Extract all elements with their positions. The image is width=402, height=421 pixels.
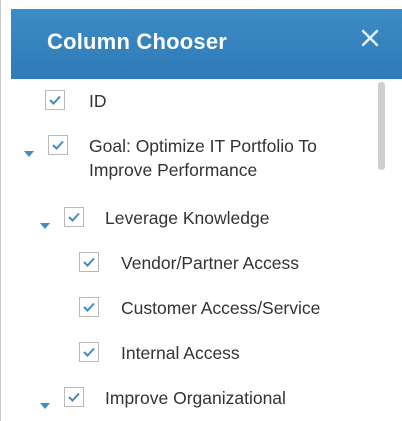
tree-item-label: Leverage Knowledge — [105, 208, 270, 228]
tree-item-label: Improve Organizational — [105, 388, 286, 408]
close-button[interactable] — [355, 23, 385, 53]
vertical-scrollbar[interactable] — [378, 82, 385, 170]
checkbox-vendor-partner-access[interactable] — [79, 252, 99, 272]
tree-item-label: Customer Access/Service — [121, 298, 321, 318]
checkmark-icon — [83, 257, 95, 267]
tree-item-leverage-knowledge[interactable]: Leverage Knowledge — [11, 206, 381, 236]
tree-item-customer-access-service[interactable]: Customer Access/Service — [11, 296, 381, 326]
tree-item-label: ID — [89, 91, 107, 111]
tree-item-improve-organizational[interactable]: Improve Organizational — [11, 386, 381, 416]
tree-item-goal[interactable]: Goal: Optimize IT Portfolio To Improve P… — [11, 134, 381, 186]
checkmark-icon — [68, 392, 80, 402]
dialog-header: Column Chooser — [11, 9, 402, 79]
checkbox-leverage-knowledge[interactable] — [64, 207, 84, 227]
tree-item-label: Goal: Optimize IT Portfolio To Improve P… — [89, 136, 317, 180]
tree-item-id[interactable]: ID — [11, 89, 381, 119]
checkbox-id[interactable] — [45, 90, 65, 110]
caret-down-icon[interactable] — [39, 217, 51, 229]
checkmark-icon — [83, 302, 95, 312]
checkmark-icon — [83, 347, 95, 357]
checkmark-icon — [52, 140, 64, 150]
caret-down-icon[interactable] — [23, 145, 35, 157]
caret-down-icon[interactable] — [39, 397, 51, 409]
tree-item-label: Vendor/Partner Access — [121, 253, 300, 273]
checkbox-improve-organizational[interactable] — [64, 387, 84, 407]
column-chooser-dialog: Column Chooser ID Goal: Optimize IT Port… — [0, 0, 402, 421]
checkmark-icon — [68, 212, 80, 222]
dialog-title: Column Chooser — [47, 29, 228, 54]
checkbox-internal-access[interactable] — [79, 342, 99, 362]
checkbox-customer-access-service[interactable] — [79, 297, 99, 317]
column-tree: ID Goal: Optimize IT Portfolio To Improv… — [11, 79, 402, 421]
checkbox-goal[interactable] — [48, 135, 68, 155]
close-icon — [361, 29, 379, 47]
tree-item-vendor-partner-access[interactable]: Vendor/Partner Access — [11, 251, 381, 281]
checkmark-icon — [49, 95, 61, 105]
tree-item-label: Internal Access — [121, 343, 240, 363]
tree-item-internal-access[interactable]: Internal Access — [11, 341, 381, 371]
